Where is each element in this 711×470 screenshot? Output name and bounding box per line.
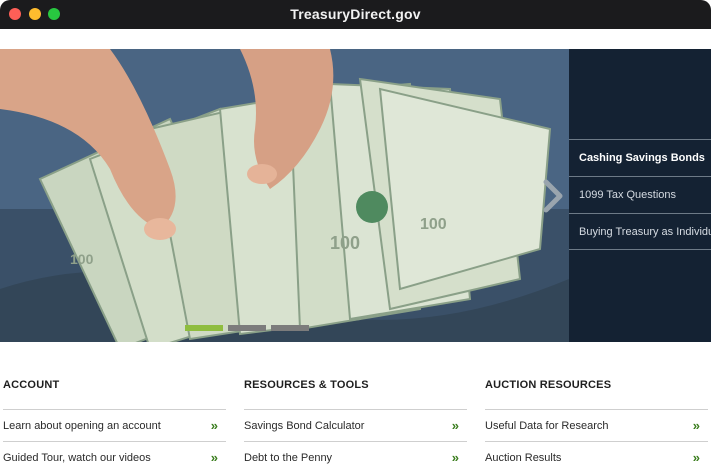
- link-debt-to-the-penny[interactable]: Debt to the Penny »: [244, 441, 467, 470]
- link-label: Auction Results: [485, 452, 562, 464]
- double-chevron-right-icon: »: [692, 450, 700, 465]
- carousel-indicator-3[interactable]: [271, 325, 309, 331]
- carousel-indicator-1[interactable]: [185, 325, 223, 331]
- resources-tools-column: RESOURCES & TOOLS Savings Bond Calculato…: [241, 342, 481, 470]
- hero-carousel: 100 100 100 Cashing Savings Bonds 1099 T…: [0, 49, 711, 342]
- link-opening-account[interactable]: Learn about opening an account »: [3, 409, 226, 441]
- auction-resources-heading: AUCTION RESOURCES: [485, 379, 612, 391]
- link-savings-bond-calculator[interactable]: Savings Bond Calculator »: [244, 409, 467, 441]
- svg-text:100: 100: [70, 251, 94, 267]
- money-fan-illustration: 100 100 100: [0, 49, 569, 342]
- quicklink-cashing-savings-bonds[interactable]: Cashing Savings Bonds: [569, 139, 711, 176]
- double-chevron-right-icon: »: [451, 418, 459, 433]
- quicklink-1099-tax-questions[interactable]: 1099 Tax Questions: [569, 176, 711, 213]
- quicklink-buying-treasury-individual[interactable]: Buying Treasury as Individua: [569, 213, 711, 250]
- window-titlebar: TreasuryDirect.gov: [0, 0, 711, 29]
- link-label: Useful Data for Research: [485, 420, 609, 432]
- link-auction-results[interactable]: Auction Results »: [485, 441, 708, 470]
- double-chevron-right-icon: »: [451, 450, 459, 465]
- account-heading: ACCOUNT: [3, 379, 60, 391]
- svg-text:100: 100: [330, 233, 360, 253]
- carousel-next-arrow-icon[interactable]: [538, 176, 568, 216]
- link-label: Guided Tour, watch our videos: [3, 452, 151, 464]
- resource-links-section: ACCOUNT Learn about opening an account »…: [0, 342, 711, 470]
- link-label: Debt to the Penny: [244, 452, 333, 464]
- link-useful-data-research[interactable]: Useful Data for Research »: [485, 409, 708, 441]
- link-label: Learn about opening an account: [3, 420, 161, 432]
- double-chevron-right-icon: »: [210, 418, 218, 433]
- svg-text:100: 100: [420, 216, 447, 233]
- carousel-indicators: [185, 325, 315, 331]
- auction-resources-column: AUCTION RESOURCES Useful Data for Resear…: [482, 342, 711, 470]
- hero-quicklinks-panel: Cashing Savings Bonds 1099 Tax Questions…: [569, 49, 711, 342]
- carousel-indicator-2[interactable]: [228, 325, 266, 331]
- window-title: TreasuryDirect.gov: [290, 6, 421, 22]
- double-chevron-right-icon: »: [692, 418, 700, 433]
- double-chevron-right-icon: »: [210, 450, 218, 465]
- account-column: ACCOUNT Learn about opening an account »…: [0, 342, 240, 470]
- link-label: Savings Bond Calculator: [244, 420, 365, 432]
- money-fan-image: 100 100 100: [0, 49, 569, 342]
- resources-tools-heading: RESOURCES & TOOLS: [244, 379, 369, 391]
- link-guided-tour[interactable]: Guided Tour, watch our videos »: [3, 441, 226, 470]
